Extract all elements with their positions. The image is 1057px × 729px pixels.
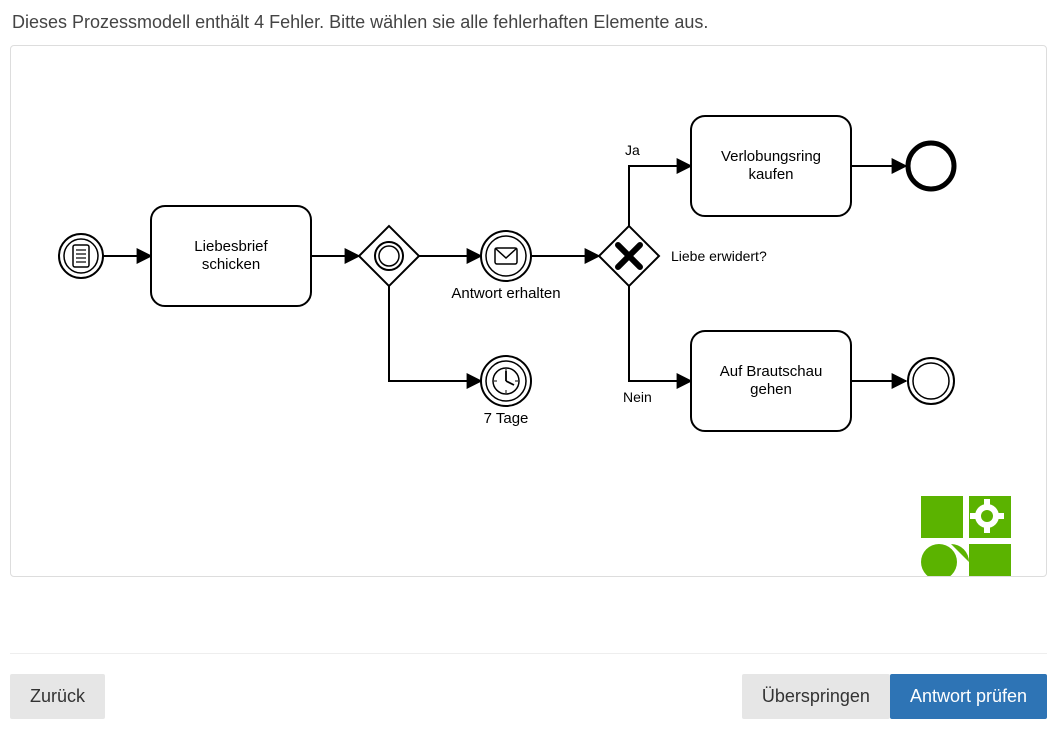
task-ring[interactable]: Verlobungsring kaufen — [691, 116, 851, 216]
task-ring-label-1: Verlobungsring — [721, 148, 821, 165]
envelope-icon — [495, 248, 517, 264]
instruction-text: Dieses Prozessmodell enthält 4 Fehler. B… — [12, 12, 1047, 33]
flow-xor-to-brautschau[interactable] — [629, 286, 691, 381]
intermediate-message-event[interactable] — [481, 231, 531, 281]
bpmn-diagram: Ja Nein Liebe erwidert? Liebesbrief schi… — [11, 46, 1046, 576]
intermediate-timer-event[interactable] — [481, 356, 531, 406]
skip-button[interactable]: Überspringen — [742, 674, 890, 719]
terminate-end-event[interactable] — [908, 143, 954, 189]
diagram-panel: Ja Nein Liebe erwidert? Liebesbrief schi… — [10, 45, 1047, 577]
task-brautschau[interactable]: Auf Brautschau gehen — [691, 331, 851, 431]
gateway-question-label: Liebe erwidert? — [671, 248, 767, 264]
end-event[interactable] — [908, 358, 954, 404]
intermediate-message-label: Antwort erhalten — [451, 285, 560, 302]
edge-label-ja: Ja — [625, 142, 640, 158]
clock-icon — [493, 368, 519, 394]
back-button[interactable]: Zurück — [10, 674, 105, 719]
task-brautschau-label-2: gehen — [750, 381, 792, 398]
exclusive-gateway[interactable] — [599, 226, 659, 286]
task-brautschau-label-1: Auf Brautschau — [720, 363, 823, 380]
footer-bar: Zurück Überspringen Antwort prüfen — [10, 653, 1047, 719]
event-based-gateway[interactable] — [359, 226, 419, 286]
edge-label-nein: Nein — [623, 389, 652, 405]
task-ring-label-2: kaufen — [748, 166, 793, 183]
intermediate-timer-label: 7 Tage — [484, 410, 529, 427]
task-liebesbrief-label-1: Liebesbrief — [194, 238, 268, 255]
start-event-conditional[interactable] — [59, 234, 103, 278]
task-liebesbrief-label-2: schicken — [202, 256, 260, 273]
task-liebesbrief[interactable]: Liebesbrief schicken — [151, 206, 311, 306]
check-answer-button[interactable]: Antwort prüfen — [890, 674, 1047, 719]
brand-logo-icon — [921, 496, 1011, 576]
flow-xor-to-ring[interactable] — [629, 166, 691, 226]
